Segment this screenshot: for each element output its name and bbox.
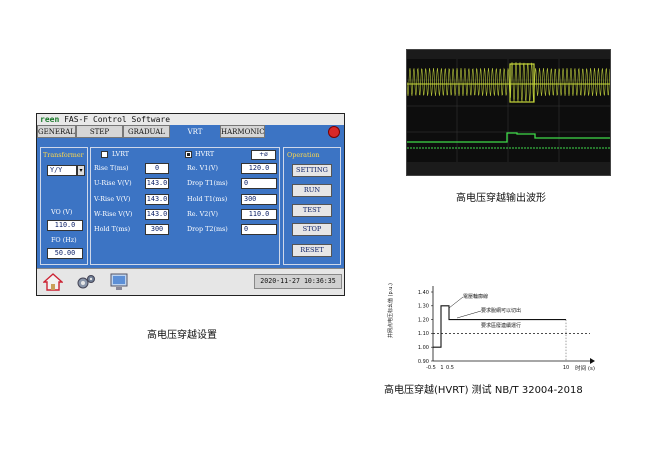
tab-general[interactable]: GENERAL <box>37 125 76 138</box>
u-rise-label: U-Rise V(V) <box>94 179 132 187</box>
fo-field[interactable]: 50.00 <box>47 248 83 259</box>
reset-button[interactable]: RESET <box>292 244 332 257</box>
hold-t1-label: Hold T1(ms) <box>187 195 228 203</box>
waveform-caption: 高电压穿越输出波形 <box>456 193 546 204</box>
x-axis-label: 时间 (s) <box>575 364 595 372</box>
w-rise-field[interactable]: 143.0 <box>145 209 169 220</box>
hvrt-label: HVRT <box>195 150 215 158</box>
control-software-window: reen FAS-F Control Software GENERAL STEP… <box>36 113 345 296</box>
standard-caption: 高电压穿越(HVRT) 测试 NB/T 32004-2018 <box>384 385 583 396</box>
drop-t1-field[interactable]: 0 <box>241 178 277 189</box>
scope-voltage-trace <box>406 61 611 103</box>
brand-logo: reen <box>40 115 60 124</box>
lvrt-label: LVRT <box>112 150 130 158</box>
fo-label: FO (Hz) <box>51 236 77 244</box>
operation-frame: Operation SETTING RUN TEST STOP RESET <box>283 147 341 265</box>
computer-icon[interactable] <box>109 272 129 292</box>
rise-t-field[interactable]: 0 <box>145 163 169 174</box>
tab-gradual[interactable]: GRADUAL <box>123 125 170 138</box>
y-tick-label: 1.30 <box>418 304 429 310</box>
x-tick-label: -0.5 <box>426 365 436 371</box>
v-rise-label: V-Rise V(V) <box>94 195 131 203</box>
datetime-display: 2020-11-27 10:36:35 <box>254 274 342 289</box>
y-tick-label: 1.00 <box>418 345 429 351</box>
drop-t2-label: Drop T2(ms) <box>187 225 228 233</box>
x-tick-label: 1 <box>440 365 443 371</box>
tab-vrt[interactable]: VRT <box>170 125 220 138</box>
hold-t-field[interactable]: 300 <box>145 224 169 235</box>
vrt-parameters-frame: LVRT HVRT +ø Rise T(ms) 0 U-Rise V(V) 14… <box>90 147 280 265</box>
tab-step[interactable]: STEP <box>76 125 123 138</box>
x-tick-label: 0.5 <box>446 365 454 371</box>
status-bar: 2020-11-27 10:36:35 <box>37 268 344 295</box>
setting-button[interactable]: SETTING <box>292 164 332 177</box>
y-tick-label: 0.90 <box>418 359 429 365</box>
x-axis-arrow <box>590 358 595 364</box>
run-button[interactable]: RUN <box>292 184 332 197</box>
annotation-voltage-profile: 電壓輪廓線 <box>463 293 488 300</box>
oscilloscope-screenshot <box>406 49 611 176</box>
window-title: FAS-F Control Software <box>64 115 171 124</box>
hold-t1-field[interactable]: 300 <box>241 194 277 205</box>
u-rise-field[interactable]: 143.0 <box>145 178 169 189</box>
operation-label: Operation <box>287 151 320 159</box>
tab-harmonic[interactable]: HARMONIC <box>220 125 265 138</box>
settings-caption: 高电压穿越设置 <box>147 330 217 341</box>
power-icon[interactable] <box>328 126 340 138</box>
x-tick-label: 10 <box>563 365 569 371</box>
chevron-down-icon[interactable]: ▾ <box>77 165 85 176</box>
tab-bar: GENERAL STEP GRADUAL VRT HARMONIC <box>37 125 344 138</box>
w-rise-label: W-Rise V(V) <box>94 210 133 218</box>
annotation-trip-allowed: 要求脫網可以切出 <box>481 307 521 314</box>
re-v1-label: Re. V1(V) <box>187 164 218 172</box>
title-bar: reen FAS-F Control Software <box>37 114 344 125</box>
lvrt-checkbox[interactable] <box>101 151 108 158</box>
re-v1-field[interactable]: 120.0 <box>241 163 277 174</box>
re-v2-label: Re. V2(V) <box>187 210 218 218</box>
y-tick-label: 1.10 <box>418 331 429 337</box>
v-rise-field[interactable]: 143.0 <box>145 194 169 205</box>
home-icon[interactable] <box>43 272 63 292</box>
y-tick-label: 1.40 <box>418 290 429 296</box>
vo-label: VO (V) <box>51 208 73 216</box>
test-button[interactable]: TEST <box>292 204 332 217</box>
hvrt-checkbox[interactable] <box>185 151 192 158</box>
rise-t-label: Rise T(ms) <box>94 164 129 172</box>
drop-t2-field[interactable]: 0 <box>241 224 277 235</box>
y-axis-label: 并网点电压标幺值 (p.u.) <box>387 283 394 338</box>
waveform-image <box>406 50 611 175</box>
stop-button[interactable]: STOP <box>292 223 332 236</box>
hvrt-curve-chart: 并网点电压标幺值 (p.u.) 时间 (s) 1.40 1.30 1.20 1.10 1… <box>387 283 595 372</box>
annotation-continuous-operation: 要求區廢連續運行 <box>481 322 521 329</box>
hold-t-label: Hold T(ms) <box>94 225 131 233</box>
re-v2-field[interactable]: 110.0 <box>241 209 277 220</box>
y-tick-label: 1.20 <box>418 317 429 323</box>
drop-t1-label: Drop T1(ms) <box>187 179 228 187</box>
vo-field[interactable]: 110.0 <box>47 220 83 231</box>
unit-badge[interactable]: +ø <box>251 150 276 160</box>
settings-icon[interactable] <box>75 273 97 291</box>
transformer-select[interactable]: Y/Y <box>47 165 77 176</box>
transformer-label: Transformer <box>43 151 84 159</box>
transformer-frame: Transformer Y/Y ▾ VO (V) 110.0 FO (Hz) 5… <box>40 147 88 265</box>
